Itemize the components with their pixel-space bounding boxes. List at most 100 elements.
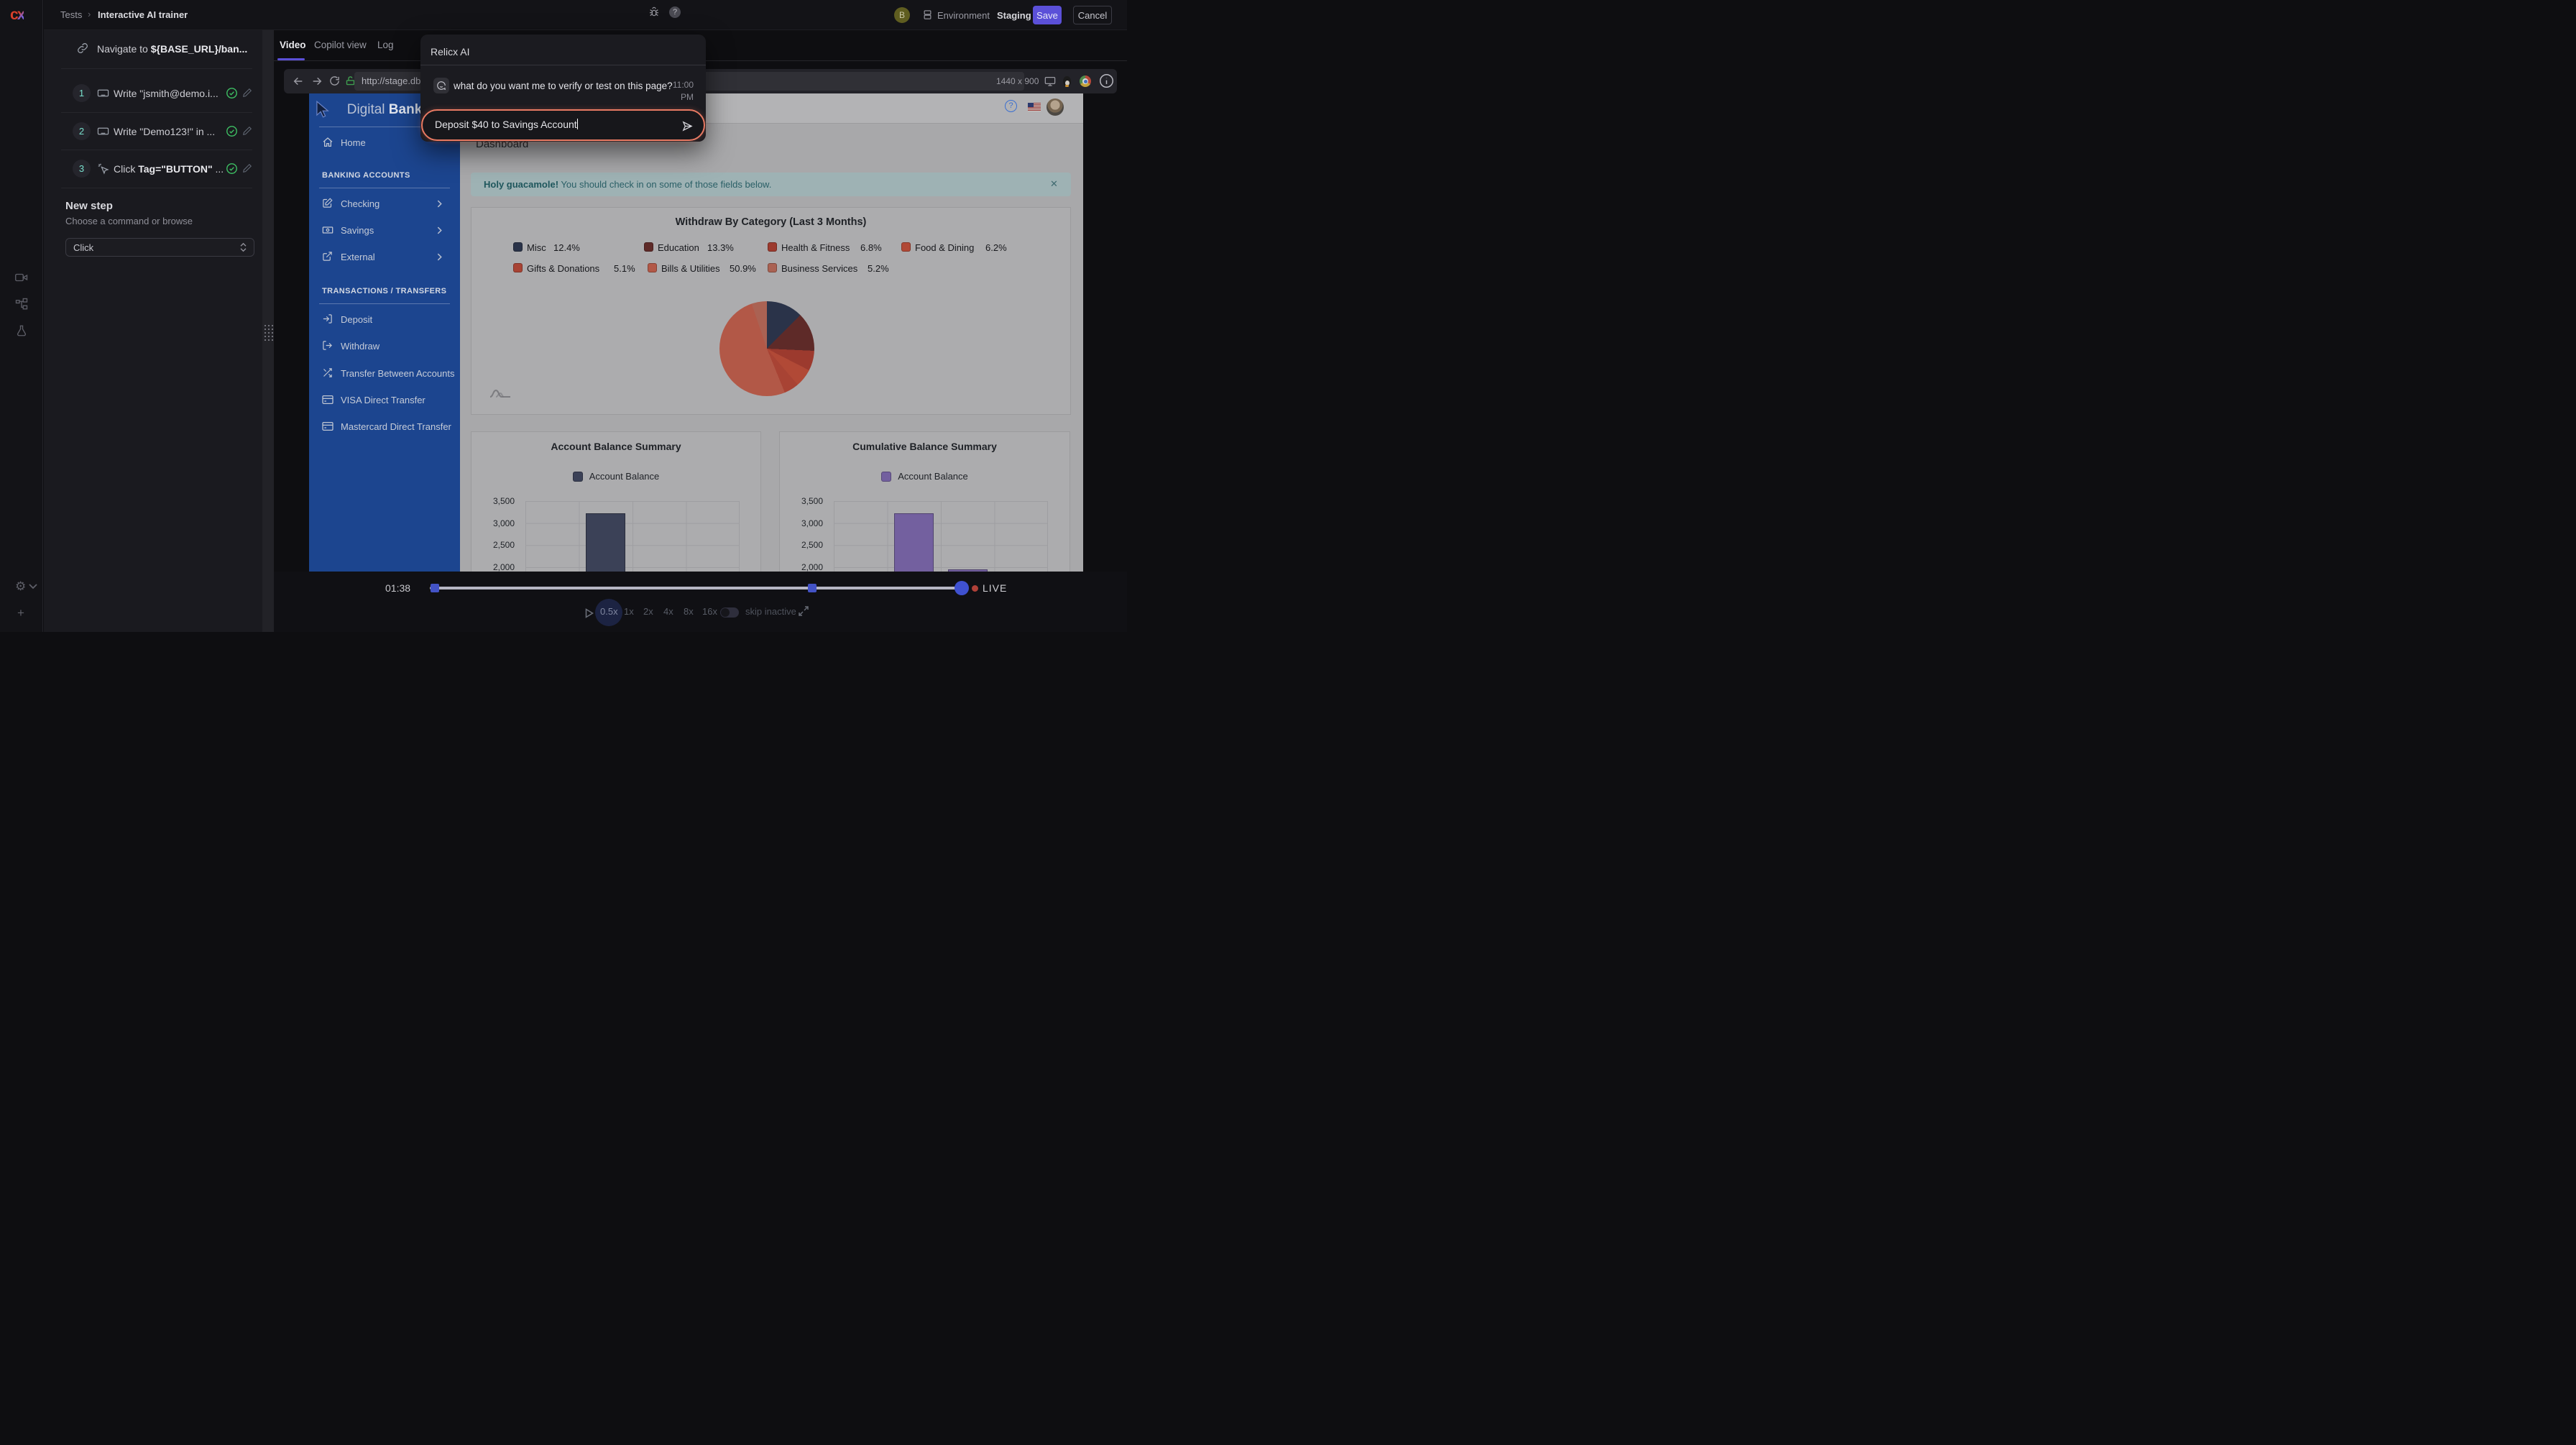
edit-pencil-icon[interactable] <box>242 163 252 173</box>
y-tick: 2,500 <box>780 540 823 550</box>
us-flag-icon[interactable] <box>1028 103 1041 111</box>
sparkline-icon[interactable] <box>489 387 511 399</box>
step-text: Write "Demo123!" in ... <box>114 126 215 137</box>
tab-copilot-view[interactable]: Copilot view <box>314 40 367 50</box>
flask-icon[interactable] <box>15 324 28 337</box>
progress-marker[interactable] <box>808 584 816 592</box>
help-icon[interactable]: ? <box>669 6 681 18</box>
step-row-2[interactable]: 2 Write "Demo123!" in ... <box>44 119 262 144</box>
legend-value: 5.1% <box>614 263 635 274</box>
keyboard-icon <box>97 87 109 99</box>
playhead-handle[interactable] <box>954 581 969 595</box>
environment-icon <box>922 9 933 21</box>
breadcrumb-tests[interactable]: Tests <box>60 9 82 20</box>
bar-plot <box>834 501 1048 577</box>
step-row-1[interactable]: 1 Write "jsmith@demo.i... <box>44 81 262 106</box>
bar-plot <box>525 501 740 577</box>
legend-value: 13.3% <box>707 242 734 253</box>
command-select[interactable]: Click <box>65 238 254 257</box>
profile-avatar[interactable] <box>1046 98 1064 116</box>
progress-track[interactable] <box>430 587 967 590</box>
viewport-size: 1440 x 900 <box>996 76 1039 86</box>
cancel-button[interactable]: Cancel <box>1073 6 1112 24</box>
legend-swatch <box>644 242 653 252</box>
chevron-right-icon <box>437 226 442 234</box>
bank-nav-checking[interactable]: Checking <box>309 194 460 214</box>
step-row-3[interactable]: 3 Click Tag="BUTTON" ... <box>44 156 262 182</box>
play-icon[interactable] <box>585 608 594 618</box>
live-label[interactable]: LIVE <box>983 582 1007 594</box>
bank-nav-withdraw[interactable]: Withdraw <box>309 336 460 357</box>
breadcrumb-current: Interactive AI trainer <box>98 9 188 20</box>
settings-gear-icon[interactable]: ⚙ <box>15 579 26 594</box>
bank-nav-visa-transfer[interactable]: VISA Direct Transfer <box>309 390 460 410</box>
speed-4x[interactable]: 4x <box>663 606 673 617</box>
legend-swatch <box>881 472 891 482</box>
step-navigate[interactable]: Navigate to ${BASE_URL}/ban... <box>44 40 262 60</box>
sign-out-icon <box>322 340 333 351</box>
y-tick: 3,000 <box>472 518 515 528</box>
bank-nav-savings[interactable]: Savings <box>309 221 460 241</box>
panel-resize-handle[interactable] <box>262 30 274 632</box>
pen-square-icon <box>322 198 333 208</box>
relicx-input[interactable]: Deposit $40 to Savings Account <box>421 109 705 141</box>
add-plus-icon[interactable]: + <box>17 606 24 620</box>
step-text: Write "jsmith@demo.i... <box>114 88 218 99</box>
bank-nav-transfer[interactable]: Transfer Between Accounts <box>309 364 460 384</box>
bank-nav-external[interactable]: External <box>309 247 460 267</box>
alert-close-icon[interactable]: ✕ <box>1050 178 1058 190</box>
edit-pencil-icon[interactable] <box>242 88 252 98</box>
legend-value: 50.9% <box>730 263 756 274</box>
legend-label: Bills & Utilities <box>661 263 720 274</box>
y-tick: 3,500 <box>472 496 515 506</box>
edit-pencil-icon[interactable] <box>242 126 252 136</box>
skip-inactive-toggle[interactable] <box>720 607 739 618</box>
legend-swatch <box>573 472 583 482</box>
send-icon[interactable] <box>681 120 694 132</box>
video-player-bar: 01:38 LIVE 0.5x 1x 2x 4x 8x 16x skip ina… <box>274 572 1127 632</box>
legend-label: Health & Fitness <box>781 242 850 253</box>
chevron-down-icon[interactable] <box>29 584 37 590</box>
fullscreen-expand-icon[interactable] <box>799 606 809 616</box>
bank-nav-deposit[interactable]: Deposit <box>309 310 460 330</box>
shuffle-icon <box>322 367 333 378</box>
reload-icon[interactable] <box>329 75 340 86</box>
progress-marker[interactable] <box>431 584 439 592</box>
flow-tree-icon[interactable] <box>15 298 28 311</box>
save-button[interactable]: Save <box>1033 6 1062 24</box>
speed-16x[interactable]: 16x <box>702 606 717 617</box>
video-frame[interactable]: Digital Bank Home BANKING ACCOUNTS Check… <box>309 93 1083 577</box>
chat-meridiem: PM <box>665 92 694 102</box>
monitor-icon[interactable] <box>1044 75 1056 87</box>
forward-arrow-icon[interactable] <box>311 75 323 87</box>
help-circle-icon[interactable]: ? <box>1005 100 1017 112</box>
speed-2x[interactable]: 2x <box>643 606 653 617</box>
speed-1x[interactable]: 1x <box>624 606 634 617</box>
legend-swatch <box>513 242 523 252</box>
pie-chart-card: Withdraw By Category (Last 3 Months) Mis… <box>471 207 1071 415</box>
credit-card-icon <box>322 394 334 405</box>
info-icon[interactable] <box>1099 73 1114 88</box>
speed-8x[interactable]: 8x <box>684 606 694 617</box>
link-icon <box>77 42 88 54</box>
speed-0.5x[interactable]: 0.5x <box>600 606 618 617</box>
back-arrow-icon[interactable] <box>293 75 304 87</box>
video-camera-icon[interactable] <box>15 271 28 284</box>
bank-nav-mastercard-transfer[interactable]: Mastercard Direct Transfer <box>309 417 460 437</box>
pie-chart-title: Withdraw By Category (Last 3 Months) <box>472 216 1070 228</box>
bar <box>894 513 934 577</box>
tab-log[interactable]: Log <box>377 40 394 50</box>
tab-video[interactable]: Video <box>280 40 306 50</box>
bug-icon[interactable] <box>648 6 660 18</box>
environment-value[interactable]: Staging <box>997 10 1031 21</box>
bank-section-header: BANKING ACCOUNTS <box>322 171 410 180</box>
credit-card-icon <box>322 421 334 432</box>
bar <box>586 513 625 577</box>
bank-sidebar: Digital Bank Home BANKING ACCOUNTS Check… <box>309 93 460 577</box>
cx-logo[interactable]: cx <box>10 6 24 24</box>
chevron-right-icon <box>437 200 442 208</box>
legend-label: Education <box>658 242 699 253</box>
step-number: 3 <box>73 160 91 178</box>
user-avatar[interactable]: B <box>894 7 910 23</box>
step-navigate-text: Navigate to ${BASE_URL}/ban... <box>97 43 247 55</box>
